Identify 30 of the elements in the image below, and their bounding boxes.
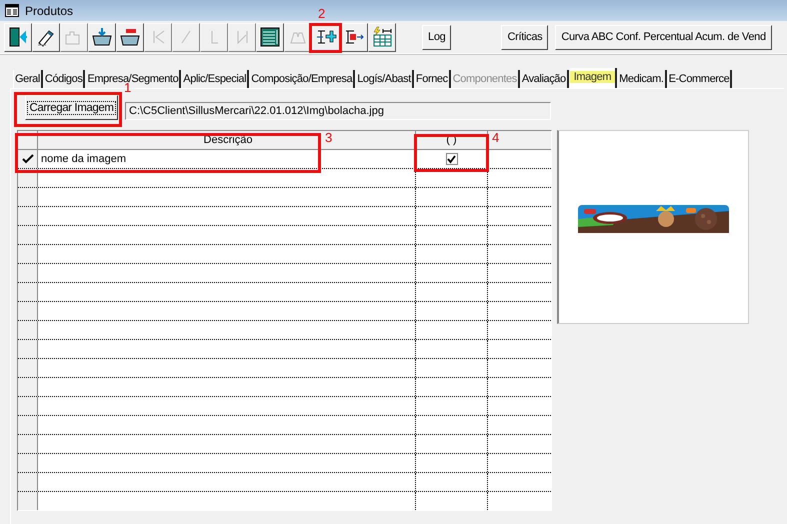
toolbar-button[interactable]: Curva ABC Conf. Percentual Acum. de Vend	[555, 24, 772, 50]
path-field[interactable]: C:\C5Client\SillusMercari\22.01.012\Img\bolacha.jpg	[125, 102, 551, 120]
tab[interactable]: Avaliação	[520, 70, 569, 88]
checkbox[interactable]	[446, 153, 458, 165]
tab[interactable]: Logís/Abast	[355, 70, 414, 88]
current-row-icon	[22, 154, 34, 164]
tab[interactable]: Geral	[13, 70, 43, 88]
folder-download-icon[interactable]	[88, 22, 116, 52]
folder-minus-icon[interactable]	[116, 22, 144, 52]
annotation-number: 3	[325, 130, 332, 145]
tab[interactable]: E-Commerce	[666, 70, 732, 88]
grid-icon[interactable]	[256, 22, 284, 52]
toolbar-button[interactable]: Críticas	[501, 24, 548, 50]
tab[interactable]: Códigos	[42, 70, 86, 88]
load-image-button[interactable]: Carregar Imagem	[25, 95, 118, 120]
tab[interactable]: Medicam.	[617, 70, 667, 88]
tab[interactable]: Aplic/Especial	[181, 70, 250, 88]
annotation-number: 2	[318, 6, 326, 21]
window-icon	[5, 4, 19, 17]
eraser-icon[interactable]	[32, 22, 60, 52]
highlight-frame	[309, 23, 342, 53]
tab[interactable]: Fornec	[414, 70, 451, 88]
exit-door-icon[interactable]	[4, 22, 32, 52]
table-cell: nome da imagem	[38, 150, 416, 168]
annotation-number: 4	[492, 130, 500, 145]
tab[interactable]: Imagem	[568, 68, 618, 88]
tab[interactable]: Composição/Empresa	[249, 70, 356, 88]
lightning-table-icon[interactable]	[368, 22, 396, 52]
toolbar-button[interactable]: Log	[422, 24, 452, 50]
window-title: Produtos	[25, 4, 74, 18]
